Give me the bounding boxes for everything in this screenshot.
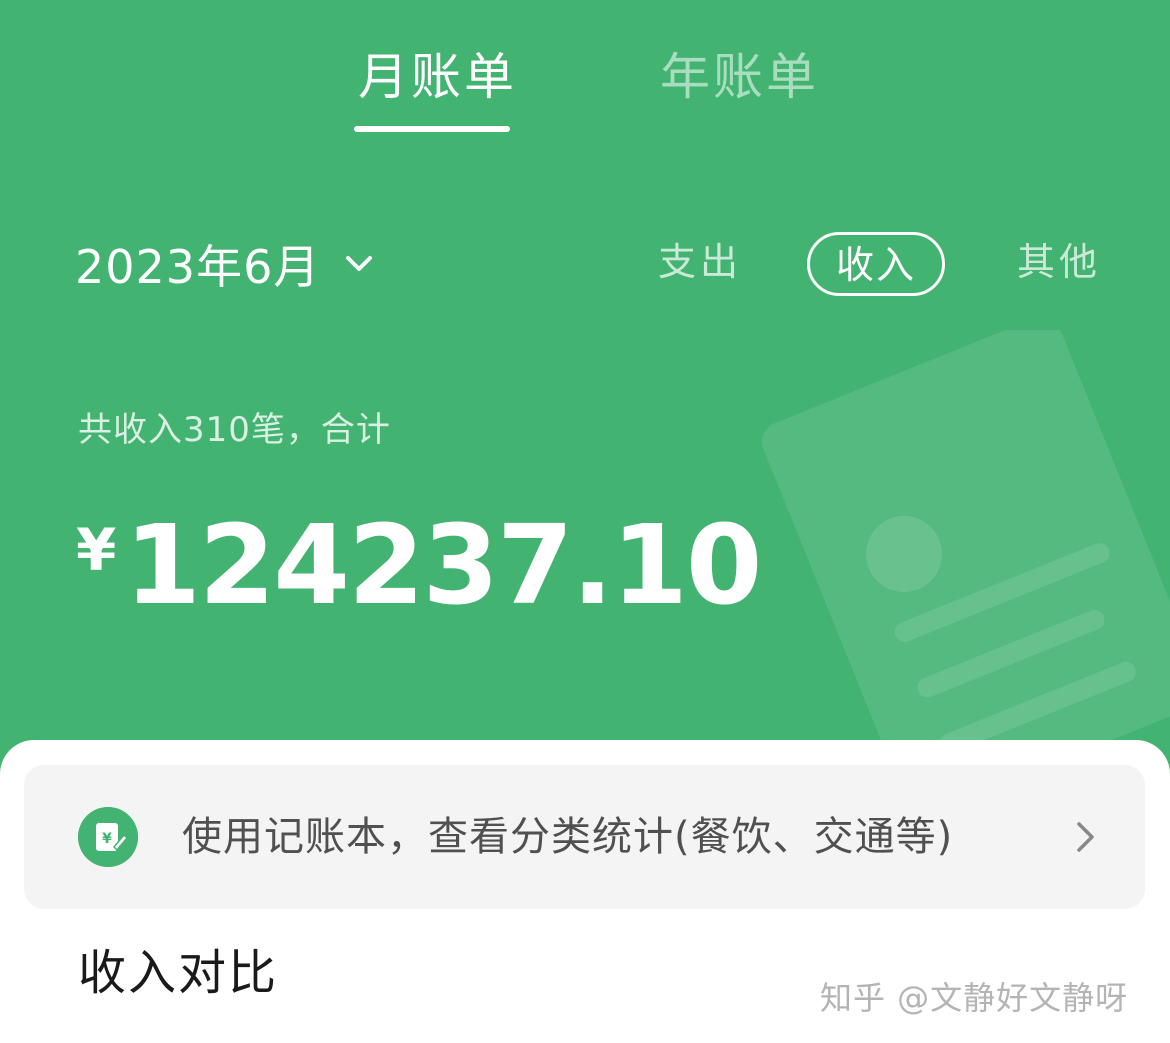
svg-text:¥: ¥: [102, 831, 112, 847]
tab-yearly-bill[interactable]: 年账单: [660, 44, 819, 110]
income-total: ¥ 124237.10: [76, 500, 762, 630]
income-comparison-title: 收入对比: [78, 945, 279, 1001]
ledger-promo-banner[interactable]: ¥ 使用记账本，查看分类统计(餐饮、交通等): [24, 765, 1145, 909]
income-total-value: 124237.10: [124, 501, 762, 629]
income-summary-caption: 共收入310笔，合计: [78, 410, 391, 450]
month-selector[interactable]: 2023年6月: [75, 232, 376, 296]
receipt-illustration: [762, 330, 1170, 780]
chevron-right-icon: [1077, 822, 1094, 852]
bill-header: 月账单 年账单 2023年6月 支出 收入 其他 共收入310笔，合计 ¥ 12…: [0, 0, 1170, 780]
currency-symbol: ¥: [76, 516, 117, 584]
tab-monthly-bill[interactable]: 月账单: [358, 44, 517, 110]
ledger-yuan-icon: ¥: [78, 807, 138, 867]
active-tab-indicator: [354, 126, 510, 132]
watermark: 知乎 @文静好文静呀: [820, 979, 1129, 1017]
filter-other[interactable]: 其他: [1017, 232, 1101, 296]
chevron-down-icon: [346, 256, 373, 271]
bill-content-panel: ¥ 使用记账本，查看分类统计(餐饮、交通等) 收入对比 知乎 @文静好文静呀: [0, 740, 1170, 1043]
month-label: 2023年6月: [75, 240, 321, 294]
filter-expense[interactable]: 支出: [658, 232, 742, 296]
promo-text: 使用记账本，查看分类统计(餐饮、交通等): [182, 814, 954, 860]
filter-income[interactable]: 收入: [807, 232, 945, 296]
